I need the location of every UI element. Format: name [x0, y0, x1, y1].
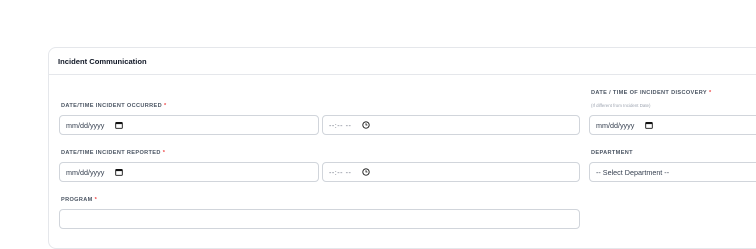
required-mark: *: [164, 103, 167, 109]
occurred-date-input[interactable]: mm/dd/yyyy: [59, 115, 319, 135]
program-select[interactable]: [59, 209, 580, 229]
clock-icon[interactable]: [362, 168, 371, 176]
reported-time-value: --:-- --: [329, 167, 352, 177]
occurred-date-value: mm/dd/yyyy: [66, 120, 105, 130]
reported-date-input[interactable]: mm/dd/yyyy: [59, 162, 319, 182]
reported-label-text: DATE/TIME INCIDENT REPORTED: [61, 150, 161, 156]
reported-label: DATE/TIME INCIDENT REPORTED *: [61, 150, 165, 156]
program-label: PROGRAM *: [61, 197, 97, 203]
occurred-time-input[interactable]: --:-- --: [322, 115, 580, 135]
calendar-icon[interactable]: [115, 168, 124, 176]
card-title: Incident Communication: [49, 48, 756, 75]
required-mark: *: [162, 150, 166, 156]
program-label-text: PROGRAM: [61, 197, 93, 203]
discovery-label-text: DATE / TIME OF INCIDENT DISCOVERY: [591, 90, 707, 96]
discovery-date-input[interactable]: mm/dd/yyyy: [589, 115, 756, 135]
calendar-icon[interactable]: [645, 121, 654, 129]
required-mark: *: [708, 90, 712, 96]
incident-communication-card: Incident Communication DATE/TIME INCIDEN…: [48, 47, 756, 249]
department-label: DEPARTMENT: [591, 150, 633, 156]
occurred-label-text: DATE/TIME INCIDENT OCCURRED: [61, 103, 163, 109]
occurred-label: DATE/TIME INCIDENT OCCURRED *: [61, 103, 167, 109]
discovery-label: DATE / TIME OF INCIDENT DISCOVERY *: [591, 90, 712, 96]
occurred-time-value: --:-- --: [329, 120, 352, 130]
department-select[interactable]: -- Select Department --: [589, 162, 756, 182]
reported-date-value: mm/dd/yyyy: [66, 167, 105, 177]
discovery-date-value: mm/dd/yyyy: [596, 120, 635, 130]
reported-time-input[interactable]: --:-- --: [322, 162, 580, 182]
department-selected-value: -- Select Department --: [596, 167, 670, 177]
calendar-icon[interactable]: [115, 121, 124, 129]
discovery-hint: (If different from Incident Date): [591, 103, 651, 108]
required-mark: *: [94, 197, 98, 203]
clock-icon[interactable]: [362, 121, 371, 129]
